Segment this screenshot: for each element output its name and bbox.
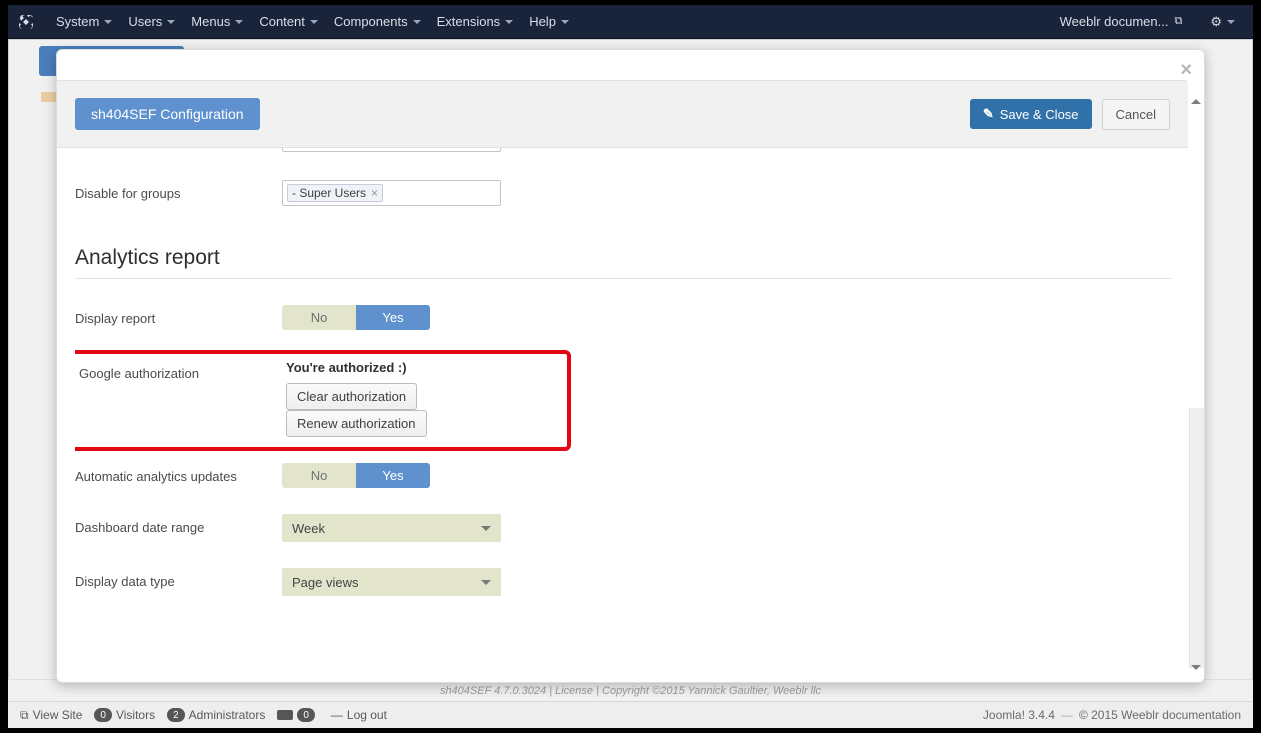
nav-settings[interactable]: ⚙: [1202, 5, 1243, 39]
close-icon[interactable]: ×: [1180, 59, 1192, 82]
modal-toolbar: sh404SEF Configuration ✎Save & Close Can…: [57, 80, 1188, 148]
toggle-display-report[interactable]: No Yes: [282, 305, 430, 330]
section-analytics-report: Analytics report: [75, 246, 1172, 279]
toggle-yes[interactable]: Yes: [356, 463, 430, 488]
caret-icon: [1227, 20, 1235, 24]
nav-content[interactable]: Content: [251, 5, 326, 39]
label-display-report: Display report: [75, 305, 282, 326]
label-google-auth: Google authorization: [75, 360, 286, 381]
prev-field-border-fragment: [282, 148, 501, 152]
caret-icon: [561, 20, 569, 24]
toggle-no[interactable]: No: [282, 305, 356, 330]
status-right: Joomla! 3.4.4—© 2015 Weeblr documentatio…: [983, 708, 1241, 722]
save-icon: ✎: [983, 106, 994, 122]
caret-icon: [104, 20, 112, 24]
logout-link[interactable]: —Log out: [331, 708, 387, 722]
label-disable-for-groups: Disable for groups: [75, 180, 282, 201]
admins-count-badge: 2: [167, 708, 185, 722]
select-dashboard-range[interactable]: Week: [282, 514, 501, 542]
view-site-link[interactable]: ⧉View Site: [20, 708, 82, 723]
caret-icon: [413, 20, 421, 24]
label-auto-updates: Automatic analytics updates: [75, 463, 282, 484]
mail-icon: [277, 710, 293, 720]
row-dashboard-range: Dashboard date range Week: [75, 514, 1172, 542]
select-display-data-type[interactable]: Page views: [282, 568, 501, 596]
row-auto-updates: Automatic analytics updates No Yes: [75, 463, 1172, 488]
nav-site-link[interactable]: Weeblr documen...⧉: [1052, 5, 1191, 39]
label-dashboard-range: Dashboard date range: [75, 514, 282, 535]
modal-scrollbar[interactable]: [1189, 408, 1204, 668]
nav-system[interactable]: System: [48, 5, 120, 39]
visitors-count-badge: 0: [94, 708, 112, 722]
toggle-no[interactable]: No: [282, 463, 356, 488]
auth-status-text: You're authorized :): [286, 360, 557, 375]
nav-help[interactable]: Help: [521, 5, 577, 39]
admin-top-nav: System Users Menus Content Components Ex…: [8, 5, 1253, 39]
nav-users[interactable]: Users: [120, 5, 183, 39]
visitors-link[interactable]: 0Visitors: [94, 708, 155, 722]
nav-menus[interactable]: Menus: [183, 5, 251, 39]
chevron-down-icon: [481, 526, 491, 531]
token-remove-icon[interactable]: ×: [371, 186, 378, 200]
external-link-icon: ⧉: [20, 708, 29, 723]
clear-authorization-button[interactable]: Clear authorization: [286, 383, 417, 410]
row-display-data-type: Display data type Page views: [75, 568, 1172, 596]
disable-for-groups-input[interactable]: - Super Users×: [282, 180, 501, 206]
modal-title-button[interactable]: sh404SEF Configuration: [75, 98, 260, 130]
external-link-icon: ⧉: [1174, 15, 1182, 28]
gear-icon: ⚙: [1210, 14, 1222, 30]
nav-components[interactable]: Components: [326, 5, 429, 39]
caret-icon: [505, 20, 513, 24]
label-display-data-type: Display data type: [75, 568, 282, 589]
toggle-yes[interactable]: Yes: [356, 305, 430, 330]
messages-count-badge: 0: [297, 708, 315, 722]
cancel-button[interactable]: Cancel: [1102, 99, 1170, 130]
caret-icon: [310, 20, 318, 24]
config-modal: × sh404SEF Configuration ✎Save & Close C…: [56, 49, 1205, 683]
scroll-up-icon[interactable]: [1191, 99, 1201, 104]
highlight-google-auth: Google authorization You're authorized :…: [75, 350, 571, 451]
admin-status-bar: ⧉View Site 0Visitors 2Administrators 0 —…: [8, 701, 1253, 728]
save-close-button[interactable]: ✎Save & Close: [970, 99, 1092, 129]
row-display-report: Display report No Yes: [75, 305, 1172, 330]
scroll-down-icon[interactable]: [1191, 665, 1201, 670]
row-disable-for-groups: Disable for groups - Super Users×: [75, 180, 1172, 206]
caret-icon: [235, 20, 243, 24]
row-google-auth: Google authorization You're authorized :…: [75, 360, 557, 437]
chevron-down-icon: [481, 580, 491, 585]
joomla-logo[interactable]: [18, 14, 34, 30]
renew-authorization-button[interactable]: Renew authorization: [286, 410, 427, 437]
modal-body: Disable for groups - Super Users× Analyt…: [75, 148, 1172, 664]
messages-link[interactable]: 0: [277, 708, 319, 722]
nav-extensions[interactable]: Extensions: [429, 5, 522, 39]
caret-icon: [167, 20, 175, 24]
toggle-auto-updates[interactable]: No Yes: [282, 463, 430, 488]
admins-link[interactable]: 2Administrators: [167, 708, 265, 722]
token-super-users[interactable]: - Super Users×: [287, 184, 383, 202]
